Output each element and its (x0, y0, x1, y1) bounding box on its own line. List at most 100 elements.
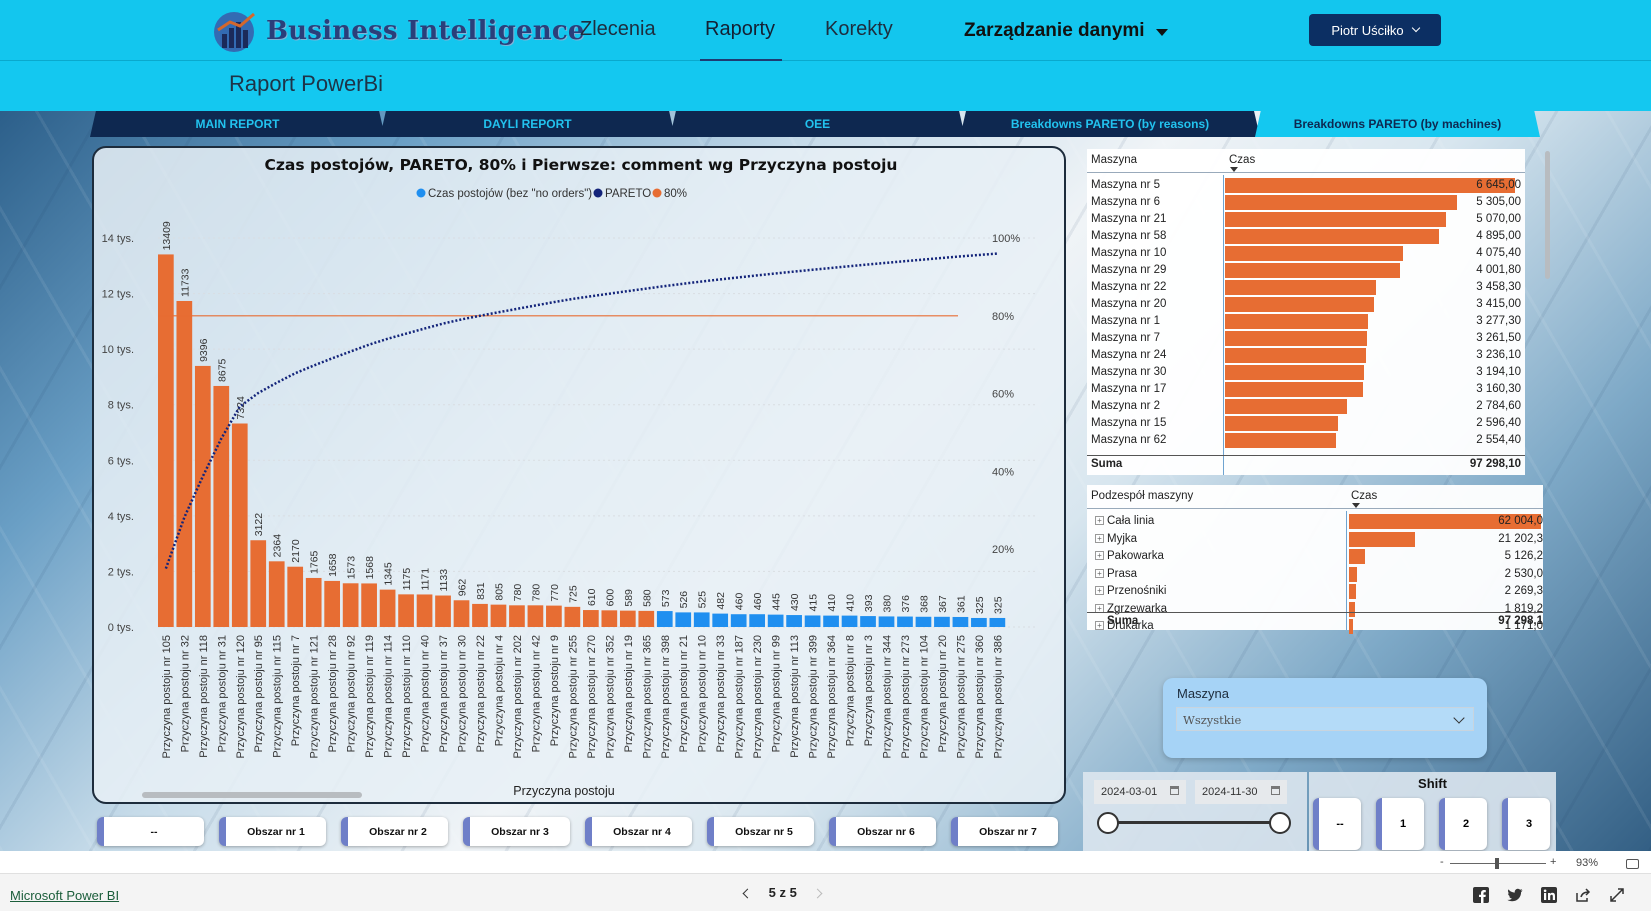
powerbi-link[interactable]: Microsoft Power BI (10, 888, 119, 903)
table-row[interactable]: Maszyna nr 1 3 277,30 (1087, 313, 1525, 330)
table-row[interactable]: Maszyna nr 21 5 070,00 (1087, 211, 1525, 228)
expand-icon[interactable]: + (1095, 551, 1104, 560)
chart-bar (878, 616, 895, 627)
table-row[interactable]: Maszyna nr 62 2 554,40 (1087, 432, 1525, 449)
tab-main-report[interactable]: MAIN REPORT (90, 111, 385, 137)
zoom-slider-handle[interactable] (1495, 858, 1499, 869)
zoom-out-button[interactable]: - (1440, 856, 1444, 868)
table-row[interactable]: Maszyna nr 7 3 261,50 (1087, 330, 1525, 347)
linkedin-icon[interactable] (1541, 887, 1557, 903)
total-label: Suma (1107, 615, 1139, 627)
bar-data-label: 380 (882, 595, 894, 613)
component-table[interactable]: Podzespół maszyny Czas + Cała linia 62 004… (1087, 485, 1543, 634)
table-row[interactable]: Maszyna nr 24 3 236,10 (1087, 347, 1525, 364)
data-bar (1225, 178, 1515, 193)
table-row[interactable]: Maszyna nr 5 6 645,00 (1087, 177, 1525, 194)
table-row[interactable]: Maszyna nr 17 3 160,30 (1087, 381, 1525, 398)
table-row[interactable]: Maszyna nr 58 4 895,00 (1087, 228, 1525, 245)
table-row[interactable]: Maszyna nr 29 4 001,80 (1087, 262, 1525, 279)
tab-breakdowns-machines[interactable]: Breakdowns PARETO (by machines) (1255, 111, 1540, 137)
table-row[interactable]: + Prasa 2 530,0 (1087, 566, 1543, 583)
column-header-czas[interactable]: Czas (1351, 490, 1377, 502)
table-row[interactable]: Maszyna nr 22 3 458,30 (1087, 279, 1525, 296)
calendar-icon[interactable] (1170, 786, 1179, 795)
table-row[interactable]: Maszyna nr 15 2 596,40 (1087, 415, 1525, 432)
expand-icon[interactable]: + (1095, 586, 1104, 595)
row-value: 2 596,40 (1476, 417, 1521, 429)
expand-icon[interactable]: + (1095, 516, 1104, 525)
area-button-5[interactable]: Obszar nr 5 (707, 817, 814, 846)
chart-bar (305, 577, 322, 627)
table-row[interactable]: Maszyna nr 30 3 194,10 (1087, 364, 1525, 381)
area-button-4[interactable]: Obszar nr 4 (585, 817, 692, 846)
date-range-end-handle[interactable] (1269, 812, 1291, 834)
column-header-czas[interactable]: Czas (1229, 154, 1255, 166)
area-button-7[interactable]: Obszar nr 7 (951, 817, 1058, 846)
machine-table-scrollbar[interactable] (1545, 151, 1550, 279)
row-value: 3 194,10 (1476, 366, 1521, 378)
machine-slicer-dropdown[interactable]: Wszystkie (1176, 707, 1474, 731)
expand-icon[interactable]: + (1095, 533, 1104, 543)
x-tick-label: Przyczyna postoju nr 270 (586, 635, 598, 759)
y-tick-label: 10 tys. (102, 344, 134, 356)
x-tick-label: Przyczyna postoju nr 22 (475, 635, 487, 752)
next-page-icon[interactable] (812, 888, 823, 899)
x-tick-label: Przyczyna postoju nr 31 (216, 635, 228, 752)
bar-data-label: 780 (530, 584, 542, 602)
machine-table[interactable]: Maszyna Czas Maszyna nr 56 645,00 Maszyna… (1087, 149, 1525, 475)
date-range-track[interactable] (1109, 821, 1281, 824)
row-label: Maszyna nr 24 (1091, 349, 1167, 361)
facebook-icon[interactable] (1473, 887, 1489, 903)
caret-down-icon[interactable] (1156, 29, 1168, 36)
shift-option-1[interactable]: 1 (1376, 798, 1424, 850)
twitter-icon[interactable] (1507, 887, 1523, 903)
table-row[interactable]: Maszyna nr 10 4 075,40 (1087, 245, 1525, 262)
shift-option-2[interactable]: 2 (1439, 798, 1487, 850)
zoom-in-button[interactable]: + (1550, 856, 1556, 868)
area-button-6[interactable]: Obszar nr 6 (829, 817, 936, 846)
calendar-icon[interactable] (1271, 786, 1280, 795)
nav-korekty[interactable]: Korekty (825, 18, 893, 41)
chart-bar (287, 566, 304, 627)
previous-page-icon[interactable] (742, 888, 753, 899)
date-range-start-handle[interactable] (1097, 812, 1119, 834)
table-row[interactable]: Maszyna nr 6 5 305,00 (1087, 194, 1525, 211)
area-button-3[interactable]: Obszar nr 3 (463, 817, 570, 846)
nav-zarzadzanie-dropdown[interactable]: Zarządzanie danymi (964, 20, 1145, 42)
tab-breakdowns-reasons[interactable]: Breakdowns PARETO (by reasons) (960, 111, 1260, 137)
tab-dayli-report[interactable]: DAYLI REPORT (380, 111, 675, 137)
user-menu-button[interactable]: Piotr Uściłko (1309, 14, 1441, 46)
chart-horizontal-scrollbar[interactable] (142, 792, 362, 798)
chart-bar (601, 610, 618, 627)
tab-oee[interactable]: OEE (670, 111, 965, 137)
area-button-2[interactable]: Obszar nr 2 (341, 817, 448, 846)
area-button-all[interactable]: -- (97, 817, 204, 846)
fit-to-page-icon[interactable] (1626, 859, 1639, 869)
chart-bar (176, 300, 193, 627)
expand-icon[interactable]: + (1095, 568, 1104, 578)
table-row[interactable]: + Myjka 21 202,3 (1087, 531, 1543, 548)
column-header-podzespol[interactable]: Podzespół maszyny (1091, 490, 1193, 502)
row-value: 5 305,00 (1476, 196, 1521, 208)
shift-option-all[interactable]: -- (1313, 798, 1361, 850)
table-row[interactable]: + Cała linia 62 004,0 (1087, 513, 1543, 530)
chart-bar (989, 617, 1006, 627)
table-row[interactable]: Maszyna nr 2 2 784,60 (1087, 398, 1525, 415)
nav-raporty[interactable]: Raporty (705, 18, 775, 41)
date-to-input[interactable]: 2024-11-30 (1195, 780, 1287, 804)
chart-bar (693, 612, 710, 627)
date-from-input[interactable]: 2024-03-01 (1094, 780, 1186, 804)
share-icon[interactable] (1575, 887, 1591, 903)
column-header-maszyna[interactable]: Maszyna (1091, 154, 1137, 166)
table-row[interactable]: Maszyna nr 20 3 415,00 (1087, 296, 1525, 313)
pareto-chart-panel[interactable]: Czas postojów, PARETO, 80% i Pierwsze: c… (92, 146, 1066, 804)
fullscreen-icon[interactable] (1609, 887, 1625, 903)
nav-zlecenia[interactable]: Zlecenia (580, 18, 656, 41)
shift-option-3[interactable]: 3 (1502, 798, 1550, 850)
y-tick-label: 14 tys. (102, 233, 134, 245)
chart-bar (509, 605, 525, 627)
table-row[interactable]: + Przenośniki 2 269,3 (1087, 583, 1543, 600)
area-button-1[interactable]: Obszar nr 1 (219, 817, 326, 846)
brand-logo[interactable]: Business Intelligence (210, 8, 585, 54)
table-row[interactable]: + Pakowarka 5 126,2 (1087, 548, 1543, 565)
